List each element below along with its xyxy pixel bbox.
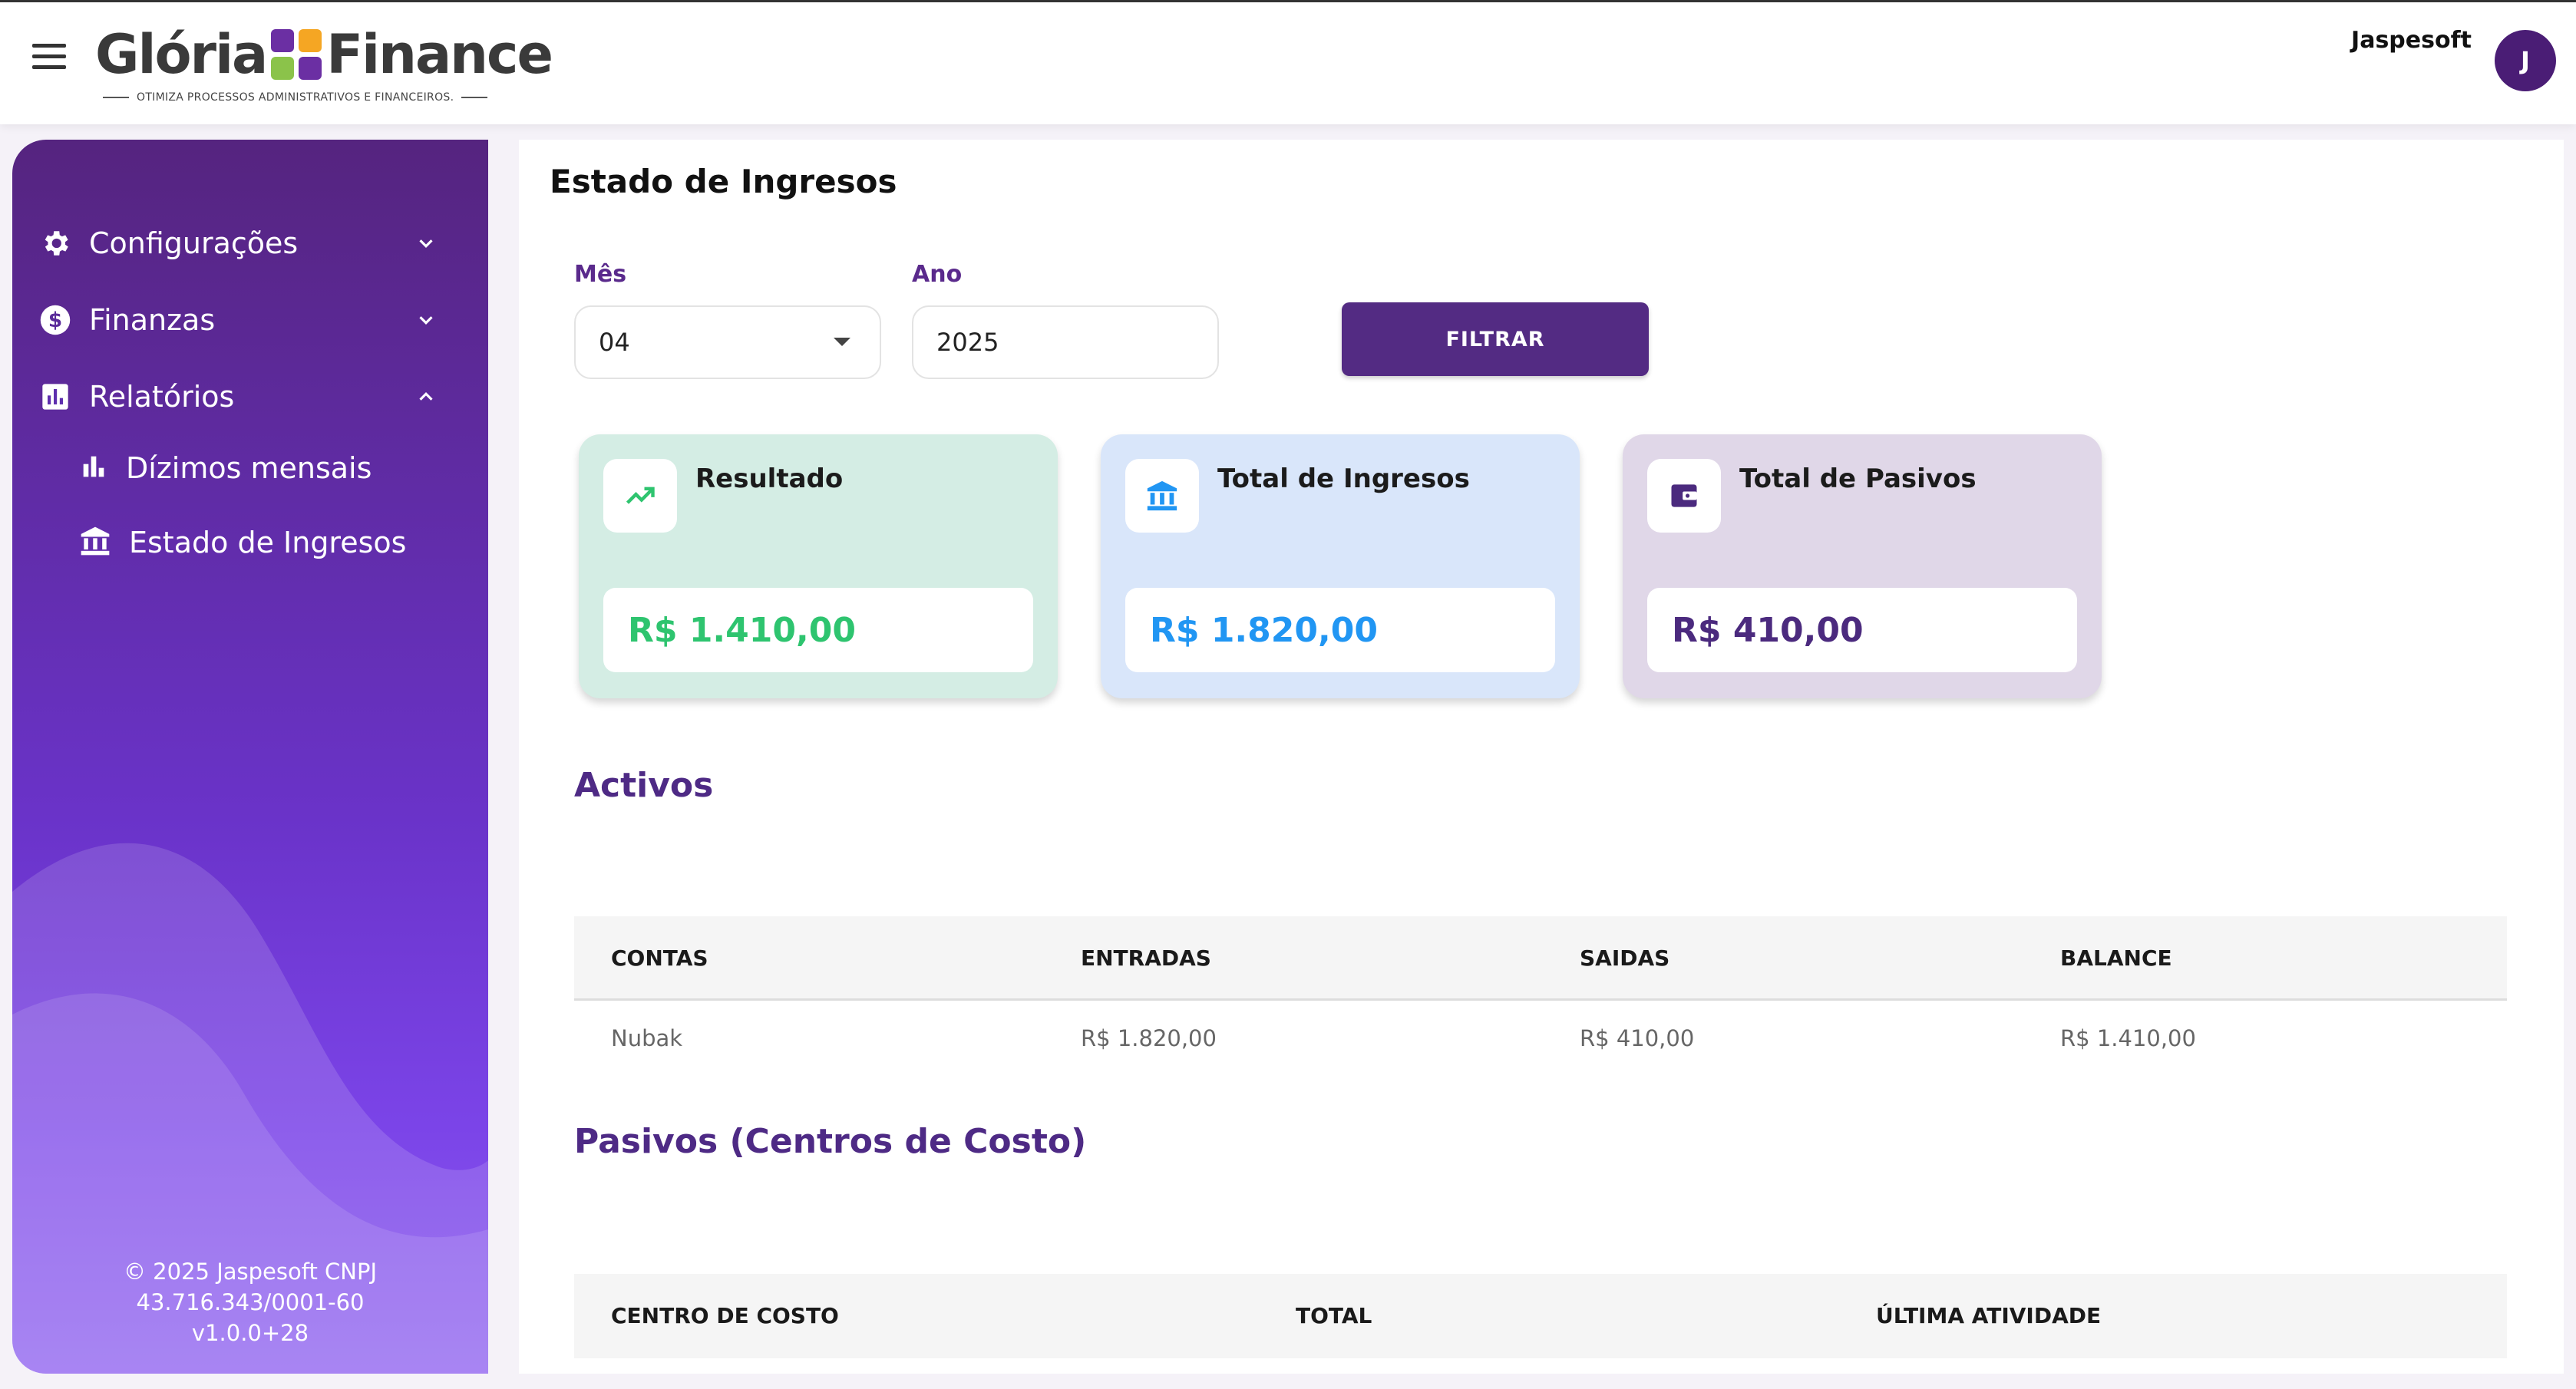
dropdown-arrow-icon xyxy=(834,338,850,346)
menu-icon[interactable] xyxy=(32,44,66,70)
gear-icon xyxy=(38,226,72,260)
column-header: CONTAS xyxy=(611,945,708,971)
logo-tagline: OTIMIZA PROCESSOS ADMINISTRATIVOS E FINA… xyxy=(95,91,552,104)
result-card: Resultado R$ 1.410,00 xyxy=(579,434,1058,698)
pasivos-section-title: Pasivos (Centros de Costo) xyxy=(574,1122,1087,1161)
main-content: Estado de Ingresos Mês 04 Ano 2025 FILTR… xyxy=(519,140,2564,1374)
month-label: Mês xyxy=(574,261,627,288)
sidebar-item-finanzas[interactable]: $ Finanzas xyxy=(38,293,468,347)
avatar[interactable]: J xyxy=(2495,30,2556,91)
dollar-icon: $ xyxy=(38,303,72,337)
table-cell: R$ 1.410,00 xyxy=(2060,1025,2196,1051)
card-title: Total de Ingresos xyxy=(1217,464,1470,494)
table-cell: R$ 1.820,00 xyxy=(1081,1025,1217,1051)
total-ingresos-card: Total de Ingresos R$ 1.820,00 xyxy=(1101,434,1580,698)
card-value: R$ 1.820,00 xyxy=(1125,588,1555,672)
logo-text-right: Finance xyxy=(326,23,553,86)
table-header: CENTRO DE COSTO TOTAL ÚLTIMA ATIVIDADE xyxy=(574,1274,2507,1358)
sidebar-subitem-label: Dízimos mensais xyxy=(126,451,372,485)
table-row[interactable]: Nubak R$ 1.820,00 R$ 410,00 R$ 1.410,00 xyxy=(574,1001,2507,1074)
column-header: SAIDAS xyxy=(1580,945,1670,971)
sidebar-item-label: Finanzas xyxy=(89,303,216,337)
bar-chart-icon xyxy=(78,451,109,485)
month-value: 04 xyxy=(599,328,630,357)
sidebar-subitem-label: Estado de Ingresos xyxy=(129,526,407,559)
chevron-down-icon xyxy=(419,316,433,325)
column-header: TOTAL xyxy=(1296,1303,1372,1328)
column-header: ÚLTIMA ATIVIDADE xyxy=(1876,1303,2102,1328)
footer-cnpj: 43.716.343/0001-60 xyxy=(136,1289,365,1315)
user-name: Jaspesoft xyxy=(2351,27,2472,54)
footer-version: v1.0.0+28 xyxy=(191,1320,309,1346)
wallet-icon xyxy=(1647,459,1721,533)
column-header: ENTRADAS xyxy=(1081,945,1211,971)
column-header: CENTRO DE COSTO xyxy=(611,1303,839,1328)
sidebar-subitem-dizimos-mensais[interactable]: Dízimos mensais xyxy=(78,443,477,493)
card-value: R$ 410,00 xyxy=(1647,588,2077,672)
sidebar-subitem-estado-de-ingresos[interactable]: Estado de Ingresos xyxy=(78,517,477,568)
year-label: Ano xyxy=(912,261,963,288)
year-value: 2025 xyxy=(936,328,999,357)
activos-table: CONTAS ENTRADAS SAIDAS BALANCE Nubak R$ … xyxy=(574,916,2507,1074)
sidebar-item-relatorios[interactable]: Relatórios xyxy=(38,370,468,424)
sidebar-item-configuracoes[interactable]: Configurações xyxy=(38,216,468,270)
sidebar: Configurações $ Finanzas Relatórios Dízi… xyxy=(12,140,488,1374)
card-value: R$ 1.410,00 xyxy=(603,588,1033,672)
footer-copyright: © 2025 Jaspesoft CNPJ xyxy=(123,1259,378,1285)
bank-icon xyxy=(78,524,112,561)
svg-text:$: $ xyxy=(48,309,62,332)
year-input[interactable]: 2025 xyxy=(912,305,1219,379)
filter-button[interactable]: FILTRAR xyxy=(1342,302,1649,376)
month-select[interactable]: 04 xyxy=(574,305,881,379)
activos-section-title: Activos xyxy=(574,766,714,805)
table-cell: Nubak xyxy=(611,1025,683,1051)
logo-mark-icon xyxy=(271,29,322,80)
total-pasivos-card: Total de Pasivos R$ 410,00 xyxy=(1623,434,2102,698)
column-header: BALANCE xyxy=(2060,945,2172,971)
bank-icon xyxy=(1125,459,1199,533)
sidebar-item-label: Relatórios xyxy=(89,380,235,414)
app-logo: Glória Finance OTIMIZA PROCESSOS ADMINIS… xyxy=(95,23,553,108)
tagline-text: OTIMIZA PROCESSOS ADMINISTRATIVOS E FINA… xyxy=(137,91,454,104)
page-title: Estado de Ingresos xyxy=(550,163,897,200)
pasivos-table: CENTRO DE COSTO TOTAL ÚLTIMA ATIVIDADE xyxy=(574,1274,2507,1358)
logo-text-left: Glória xyxy=(95,23,268,86)
report-icon xyxy=(38,380,72,414)
card-title: Total de Pasivos xyxy=(1739,464,1977,494)
sidebar-item-label: Configurações xyxy=(89,226,299,260)
card-title: Resultado xyxy=(695,464,844,494)
top-app-bar: Glória Finance OTIMIZA PROCESSOS ADMINIS… xyxy=(0,0,2576,124)
chevron-down-icon xyxy=(419,239,433,248)
table-header: CONTAS ENTRADAS SAIDAS BALANCE xyxy=(574,916,2507,1001)
table-cell: R$ 410,00 xyxy=(1580,1025,1695,1051)
sidebar-footer: © 2025 Jaspesoft CNPJ 43.716.343/0001-60… xyxy=(12,1256,488,1348)
chevron-up-icon xyxy=(419,392,433,401)
trending-up-icon xyxy=(603,459,677,533)
